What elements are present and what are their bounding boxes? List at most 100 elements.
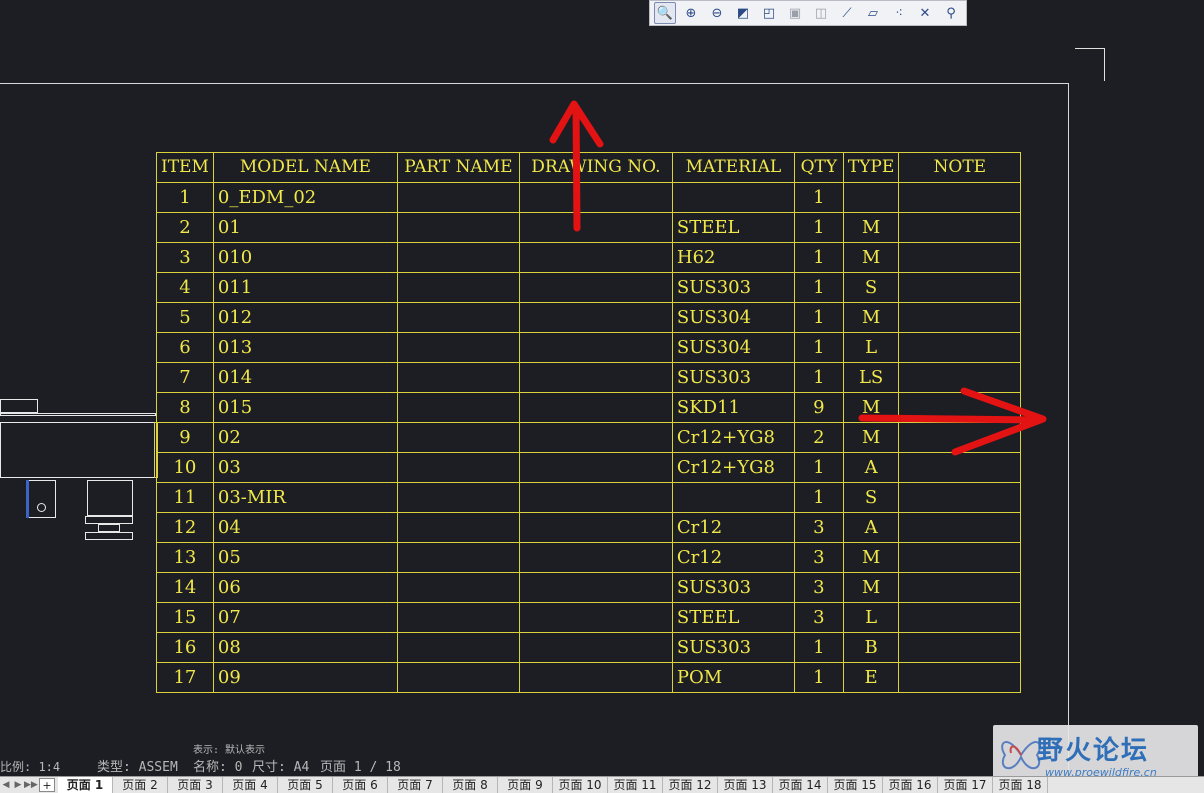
page-tab[interactable]: 页面 7 <box>388 777 443 793</box>
first-page-icon[interactable]: ◀ <box>0 777 12 793</box>
bom-table[interactable]: ITEM MODEL NAME PART NAME DRAWING NO. MATERI… <box>156 152 1022 693</box>
prev-page-icon[interactable]: ▶ <box>12 777 24 793</box>
bom-cell <box>396 182 520 213</box>
bom-cell: 3 <box>793 512 844 543</box>
table-row[interactable]: 5 012 SUS304 1 M <box>156 302 1022 333</box>
bom-cell: 1 <box>793 482 844 513</box>
part-pin-head <box>87 480 133 516</box>
table-row[interactable]: 1 0_EDM_02 1 <box>156 182 1022 213</box>
table-row[interactable]: 6 013 SUS304 1 L <box>156 332 1022 363</box>
page-tab[interactable]: 页面 14 <box>773 777 828 793</box>
bom-cell: 05 <box>212 542 398 573</box>
table-row[interactable]: 4 011 SUS303 1 S <box>156 272 1022 303</box>
bom-cell <box>518 542 673 573</box>
table-row[interactable]: 17 09 POM 1 E <box>156 662 1022 693</box>
bom-cell <box>898 182 1022 213</box>
bom-cell <box>518 572 673 603</box>
page-tab[interactable]: 页面 12 <box>663 777 718 793</box>
page-tab[interactable]: 页面 9 <box>498 777 553 793</box>
bom-cell: 1 <box>793 362 844 393</box>
bom-cell: 015 <box>212 392 398 423</box>
page-tab[interactable]: 页面 6 <box>333 777 388 793</box>
bom-cell <box>396 332 520 363</box>
type-label: 类型: ASSEM <box>97 760 178 775</box>
bom-cell <box>842 182 900 213</box>
shade-icon[interactable]: ◩ <box>732 2 754 24</box>
part-highlight-edge <box>26 480 29 518</box>
bom-cell <box>898 482 1022 513</box>
bom-cell: 1 <box>793 452 844 483</box>
bom-cell: 16 <box>156 632 214 663</box>
page-tab[interactable]: 页面 18 <box>993 777 1048 793</box>
table-row[interactable]: 7 014 SUS303 1 LS <box>156 362 1022 393</box>
datum-axis-icon[interactable]: ⟋ <box>836 2 858 24</box>
bom-cell <box>518 302 673 333</box>
page-tab[interactable]: 页面 11 <box>608 777 663 793</box>
bom-cell <box>518 602 673 633</box>
zoom-out-icon[interactable]: ⊖ <box>706 2 728 24</box>
cube-icon[interactable]: ◰ <box>758 2 780 24</box>
bom-cell: 1 <box>793 272 844 303</box>
zoom-fit-icon[interactable]: 🔍 <box>654 2 676 24</box>
bom-cell <box>396 392 520 423</box>
table-row[interactable]: 3 010 H62 1 M <box>156 242 1022 273</box>
table-row[interactable]: 10 03 Cr12+YG8 1 A <box>156 452 1022 483</box>
page-tab[interactable]: 页面 1 <box>58 777 113 793</box>
bom-cell: M <box>842 542 900 573</box>
datum-plane-icon[interactable]: ▱ <box>862 2 884 24</box>
bom-cell: L <box>842 332 900 363</box>
table-row[interactable]: 14 06 SUS303 3 M <box>156 572 1022 603</box>
page-tab[interactable]: 页面 4 <box>223 777 278 793</box>
csys-icon[interactable]: ✕ <box>914 2 936 24</box>
page-tab[interactable]: 页面 2 <box>113 777 168 793</box>
bom-cell: 02 <box>212 422 398 453</box>
page-tab[interactable]: 页面 13 <box>718 777 773 793</box>
annotation-icon[interactable]: ⚲ <box>940 2 962 24</box>
table-row[interactable]: 13 05 Cr12 3 M <box>156 542 1022 573</box>
part-pin-collar <box>85 516 133 524</box>
bom-cell: 0_EDM_02 <box>212 182 398 213</box>
bom-cell: 11 <box>156 482 214 513</box>
page-tab[interactable]: 页面 8 <box>443 777 498 793</box>
datum-point-icon[interactable]: ⁖ <box>888 2 910 24</box>
bom-cell <box>396 272 520 303</box>
table-row[interactable]: 15 07 STEEL 3 L <box>156 602 1022 633</box>
table-row[interactable]: 9 02 Cr12+YG8 2 M <box>156 422 1022 453</box>
table-row[interactable]: 11 03-MIR 1 S <box>156 482 1022 513</box>
bom-header-cell: QTY <box>793 152 844 183</box>
table-row[interactable]: 16 08 SUS303 1 B <box>156 632 1022 663</box>
bom-cell: SUS303 <box>671 272 795 303</box>
bom-cell <box>396 302 520 333</box>
page-tab-bar: ◀ ▶ ▶▶ + 页面 1 页面 2 页面 3 页面 4 页面 5 页面 6 页面 7 页面 … <box>0 776 1204 793</box>
bom-cell <box>396 422 520 453</box>
display-style-icon[interactable]: ◫ <box>810 2 832 24</box>
bom-cell: 3 <box>793 572 844 603</box>
page-tab[interactable]: 页面 15 <box>828 777 883 793</box>
bom-cell <box>898 362 1022 393</box>
page-label: 页面 1 / 18 <box>320 760 401 775</box>
saved-views-icon[interactable]: ▣ <box>784 2 806 24</box>
next-page-icon[interactable]: ▶▶ <box>24 777 38 793</box>
page-tab[interactable]: 页面 17 <box>938 777 993 793</box>
page-tab[interactable]: 页面 10 <box>553 777 608 793</box>
bom-cell: 1 <box>793 242 844 273</box>
table-row[interactable]: 2 01 STEEL 1 M <box>156 212 1022 243</box>
table-row[interactable]: 8 015 SKD11 9 M <box>156 392 1022 423</box>
bom-cell: 12 <box>156 512 214 543</box>
page-tab[interactable]: 页面 5 <box>278 777 333 793</box>
bom-cell: S <box>842 482 900 513</box>
bom-cell: STEEL <box>671 602 795 633</box>
forum-watermark: 野火论坛 www.proewildfire.cn <box>993 725 1198 783</box>
page-tab[interactable]: 页面 16 <box>883 777 938 793</box>
page-tab[interactable]: 页面 3 <box>168 777 223 793</box>
bom-cell: 1 <box>793 632 844 663</box>
size-label: 尺寸: A4 <box>252 760 310 775</box>
bom-cell: 17 <box>156 662 214 693</box>
bom-cell: S <box>842 272 900 303</box>
table-row[interactable]: 12 04 Cr12 3 A <box>156 512 1022 543</box>
watermark-title: 野火论坛 <box>1037 736 1150 766</box>
zoom-in-icon[interactable]: ⊕ <box>680 2 702 24</box>
bom-cell <box>518 212 673 243</box>
bom-cell: A <box>842 512 900 543</box>
add-page-button[interactable]: + <box>39 778 55 792</box>
